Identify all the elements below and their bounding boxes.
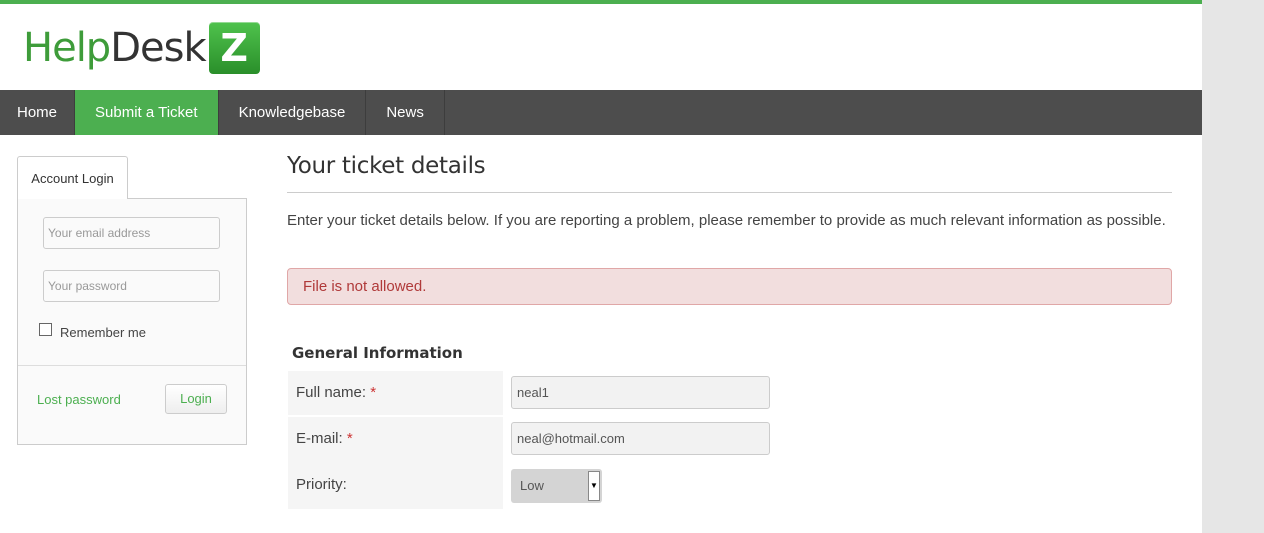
nav-submit-ticket[interactable]: Submit a Ticket (75, 90, 219, 135)
main-nav: Home Submit a Ticket Knowledgebase News (0, 90, 1202, 135)
login-divider (18, 365, 246, 366)
email-input[interactable] (43, 217, 220, 249)
password-input[interactable] (43, 270, 220, 302)
full-name-label: Full name: * (288, 371, 503, 415)
remember-me-label: Remember me (60, 325, 146, 340)
account-login-tab[interactable]: Account Login (17, 156, 128, 199)
logo-text-help: Help (23, 25, 111, 71)
account-login-panel: Remember me Lost password Login (17, 198, 247, 445)
required-mark: * (346, 430, 353, 447)
email-label: E-mail: * (288, 417, 503, 461)
page: Help Desk Z Home Submit a Ticket Knowled… (0, 0, 1202, 533)
nav-knowledgebase[interactable]: Knowledgebase (219, 90, 367, 135)
remember-me-checkbox[interactable] (39, 323, 52, 336)
nav-home[interactable]: Home (0, 90, 76, 135)
lost-password-link[interactable]: Lost password (37, 392, 121, 407)
logo-text-desk: Desk (110, 25, 206, 71)
section-title: General Information (292, 344, 463, 362)
remember-me[interactable]: Remember me (39, 323, 146, 340)
required-mark: * (370, 384, 377, 401)
intro-text: Enter your ticket details below. If you … (287, 212, 1166, 229)
title-divider (287, 192, 1172, 193)
priority-row: Priority: Low ▼ (288, 461, 772, 509)
top-accent-bar (0, 0, 1202, 4)
error-alert: File is not allowed. (287, 268, 1172, 305)
email-row: E-mail: * (288, 417, 772, 461)
priority-label: Priority: (288, 461, 503, 509)
email-field[interactable] (511, 422, 770, 455)
full-name-row: Full name: * (288, 371, 772, 415)
chevron-down-icon[interactable]: ▼ (588, 471, 600, 501)
logo-badge: Z (208, 22, 260, 74)
helpdeskz-logo[interactable]: Help Desk Z (23, 20, 260, 76)
nav-news[interactable]: News (366, 90, 445, 135)
priority-select[interactable]: Low ▼ (511, 469, 602, 503)
login-button[interactable]: Login (165, 384, 227, 414)
priority-value: Low (520, 478, 544, 493)
page-title: Your ticket details (287, 153, 486, 179)
full-name-input[interactable] (511, 376, 770, 409)
